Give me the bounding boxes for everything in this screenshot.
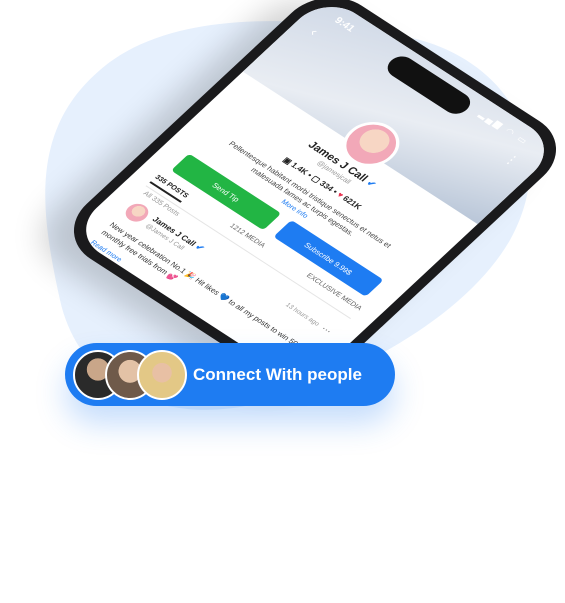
post-avatar	[121, 200, 153, 226]
phone-screen: 9:41 ▂▄▆ ◠ ▭ ‹ ⋮ James J Call ✔ @jamesjc…	[69, 0, 561, 386]
verified-icon: ✔	[364, 178, 379, 190]
video-count: 334	[317, 179, 336, 193]
connect-label: Connect With people	[193, 364, 362, 384]
post-time: 13 hours ago	[283, 301, 321, 328]
connect-pill[interactable]: Connect With people	[65, 343, 395, 406]
phone-frame: 9:41 ▂▄▆ ◠ ▭ ‹ ⋮ James J Call ✔ @jamesjc…	[53, 0, 565, 399]
post-options-icon[interactable]: ⋯	[318, 324, 334, 337]
phone-mockup: 9:41 ▂▄▆ ◠ ▭ ‹ ⋮ James J Call ✔ @jamesjc…	[53, 0, 565, 399]
likes-count: 621K	[340, 194, 364, 212]
avatar	[137, 350, 187, 400]
post-verified-icon: ✔	[192, 242, 207, 254]
photo-count: 1.4K	[289, 160, 311, 177]
